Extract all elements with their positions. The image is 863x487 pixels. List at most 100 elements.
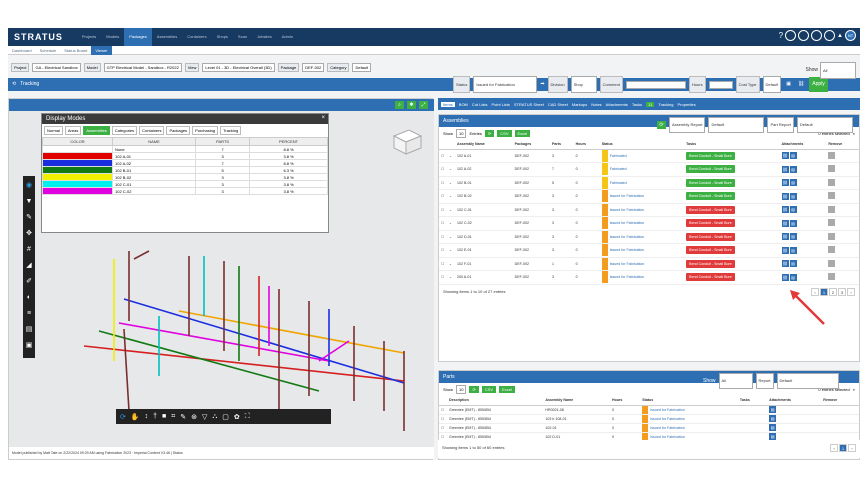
file-icon[interactable]: ▤ — [789, 246, 797, 254]
file-icon[interactable]: ▤ — [789, 273, 797, 281]
nav-item-jobsites[interactable]: Jobsites — [252, 28, 277, 46]
remove-icon[interactable] — [828, 165, 836, 173]
filter-category-select[interactable]: Default — [352, 62, 372, 72]
file-icon[interactable]: ▤ — [769, 406, 777, 413]
task-button[interactable]: Bend Conduit - Small Bore — [686, 232, 735, 241]
show-select[interactable]: All — [820, 62, 856, 79]
table-row[interactable]: ☐ Greenlee (EMT) - 855/854 102-01 0 Issued f… — [439, 423, 859, 433]
nav-item-projects[interactable]: Projects — [77, 28, 101, 46]
link-button[interactable]: ⛓ — [795, 78, 807, 91]
link-icon[interactable]: ⛓ — [781, 192, 789, 200]
col-remove[interactable]: Remove — [821, 396, 859, 406]
remove-icon[interactable] — [828, 151, 836, 159]
division-select[interactable]: Shop — [570, 76, 597, 93]
file-icon[interactable]: ▤ — [789, 260, 797, 268]
tab-notes[interactable]: Notes — [591, 102, 601, 107]
tab-attachments[interactable]: Attachments — [606, 102, 628, 107]
link-icon[interactable]: ⛓ — [781, 152, 789, 160]
link-icon[interactable]: ⛓ — [781, 179, 789, 187]
nav-item-containers[interactable]: Containers — [182, 28, 211, 46]
expand-icon[interactable]: ⌄ — [447, 176, 455, 190]
filter-package-select[interactable]: DEF-002 — [302, 62, 325, 72]
edit-icon[interactable]: ✎ — [26, 212, 32, 224]
col-assembly-name[interactable]: Assembly Name — [455, 140, 513, 150]
refresh-icon[interactable]: ⟳ — [657, 121, 666, 129]
subnav-item-schedule[interactable]: Schedule — [36, 46, 61, 55]
table-row[interactable]: ☐ Greenlee (EMT) - 855/854 103 b 108-01 0 Is… — [439, 414, 859, 424]
remove-icon[interactable] — [828, 192, 836, 200]
assembly-name-link[interactable]: 102 F-01 — [455, 257, 513, 271]
layers-icon[interactable]: ≡ — [27, 308, 31, 320]
display-mode-row[interactable]: 102 B-01 5 6.3 % — [42, 166, 328, 174]
task-button[interactable]: Bend Conduit - Small Bore — [686, 246, 735, 255]
page-button[interactable]: › — [847, 287, 855, 296]
link-icon[interactable]: ⛓ — [781, 233, 789, 241]
display-mode-row[interactable]: 102 B-02 3 3.8 % — [42, 173, 328, 181]
parts-show-select[interactable]: All — [718, 373, 753, 389]
display-mode-tab-areas[interactable]: Areas — [64, 126, 82, 135]
table-row[interactable]: ☐ ⌄ 102 E-01 DEF-002 3 0 Issued for Fabricatio… — [439, 243, 859, 258]
package-link[interactable]: DEF-002 — [512, 270, 550, 285]
assembly-name-link[interactable]: 102 C-01 — [455, 203, 513, 217]
subnav-item-viewer[interactable]: Viewer — [91, 45, 112, 55]
row-checkbox[interactable]: ☐ — [439, 203, 447, 217]
bell-icon[interactable]: ▲ — [837, 33, 843, 39]
display-mode-row[interactable]: 102 C-02 3 3.8 % — [42, 187, 328, 195]
parts-search-icon[interactable]: ⌕ — [853, 387, 855, 392]
col-packages[interactable]: Packages — [512, 140, 550, 150]
page-button[interactable]: 1 — [839, 444, 847, 452]
assembly-name-link[interactable]: 200 A-01 — [455, 270, 513, 285]
table-row[interactable]: ☐ ⌄ 102 F-01 DEF-002 1 0 Issued for Fabricatio… — [439, 257, 859, 271]
section-icon[interactable]: ▽ — [202, 413, 207, 421]
assembly-name-link[interactable]: 102 D-01 — [455, 230, 513, 244]
package-link[interactable]: DEF-002 — [512, 176, 550, 190]
spray-icon[interactable]: ◐ — [27, 292, 31, 304]
file-icon[interactable]: ▤ — [789, 192, 797, 200]
parts-entries-select[interactable]: 10 — [456, 385, 467, 394]
hours-input[interactable] — [708, 80, 733, 89]
display-mode-tab-normal[interactable]: Normal — [44, 126, 63, 135]
table-row[interactable]: ☐ ⌄ 102 C-02 DEF-002 3 0 Issued for Fabricatio… — [439, 216, 859, 231]
grid-icon[interactable]: # — [27, 244, 31, 256]
remove-icon[interactable] — [828, 273, 836, 281]
tab-cad-sheet[interactable]: CAD Sheet — [548, 102, 568, 107]
row-checkbox[interactable]: ☐ — [439, 176, 447, 190]
file-icon[interactable]: ▤ — [789, 219, 797, 227]
row-checkbox[interactable]: ☐ — [439, 414, 447, 424]
draw-icon[interactable]: ✎ — [180, 413, 186, 421]
tab-properties[interactable]: Properties — [678, 102, 696, 107]
parts-refresh-button[interactable]: ⟳ — [469, 386, 479, 393]
table-row[interactable]: ☐ ⌄ 102 B-02 DEF-002 3 0 Issued for Fabricatio… — [439, 189, 859, 204]
tab-tasks[interactable]: Tasks — [632, 102, 642, 107]
expand-icon[interactable]: ⌄ — [447, 203, 455, 217]
display-mode-row[interactable]: 102 A-02 7 8.8 % — [42, 159, 328, 167]
expand-icon[interactable]: ⌄ — [447, 243, 455, 258]
avatar[interactable]: NT — [845, 30, 856, 41]
nav-item-admin[interactable]: Admin — [277, 28, 298, 46]
row-checkbox[interactable]: ☐ — [439, 149, 447, 163]
table-row[interactable]: ☐ ⌄ 102 A-02 DEF-002 7 0 Fabricated Bend Condui… — [439, 162, 859, 177]
package-link[interactable]: DEF-002 — [512, 203, 550, 217]
row-checkbox[interactable]: ☐ — [439, 270, 447, 285]
display-mode-row[interactable]: None 7 8.8 % — [42, 145, 328, 153]
file-icon[interactable]: ▤ — [789, 233, 797, 241]
link-icon[interactable]: ⛓ — [781, 206, 789, 214]
table-row[interactable]: ☐ Greenlee (EMT) - 855/854 HR0021-08 0 Issue… — [439, 405, 859, 415]
package-link[interactable]: DEF-002 — [512, 243, 550, 258]
task-button[interactable]: Bend Conduit - Small Bore — [686, 205, 735, 214]
package-link[interactable]: DEF-002 — [512, 149, 550, 163]
bucket-icon[interactable]: ◢ — [26, 260, 31, 272]
row-checkbox[interactable]: ☐ — [439, 423, 447, 433]
model-viewport[interactable]: Display Modes × Normal Areas Assemblies Cat… — [9, 111, 434, 449]
file-icon[interactable]: ▤ — [769, 424, 777, 431]
help-icon[interactable]: ? — [779, 31, 783, 40]
row-checkbox[interactable]: ☐ — [439, 257, 447, 271]
settings-icon[interactable]: ✿ — [234, 413, 240, 421]
task-button[interactable]: Bend Conduit - Small Bore — [686, 165, 735, 174]
assembly-name-link[interactable]: 102 E-01 — [455, 243, 513, 258]
display-mode-tab-purchasing[interactable]: Purchasing — [192, 126, 219, 135]
row-checkbox[interactable]: ☐ — [439, 405, 447, 415]
filter-project-select[interactable]: GA - Electrical Sandbox — [32, 62, 81, 72]
pan-icon[interactable]: ✋ — [131, 413, 140, 421]
file-icon[interactable]: ▤ — [789, 152, 797, 160]
